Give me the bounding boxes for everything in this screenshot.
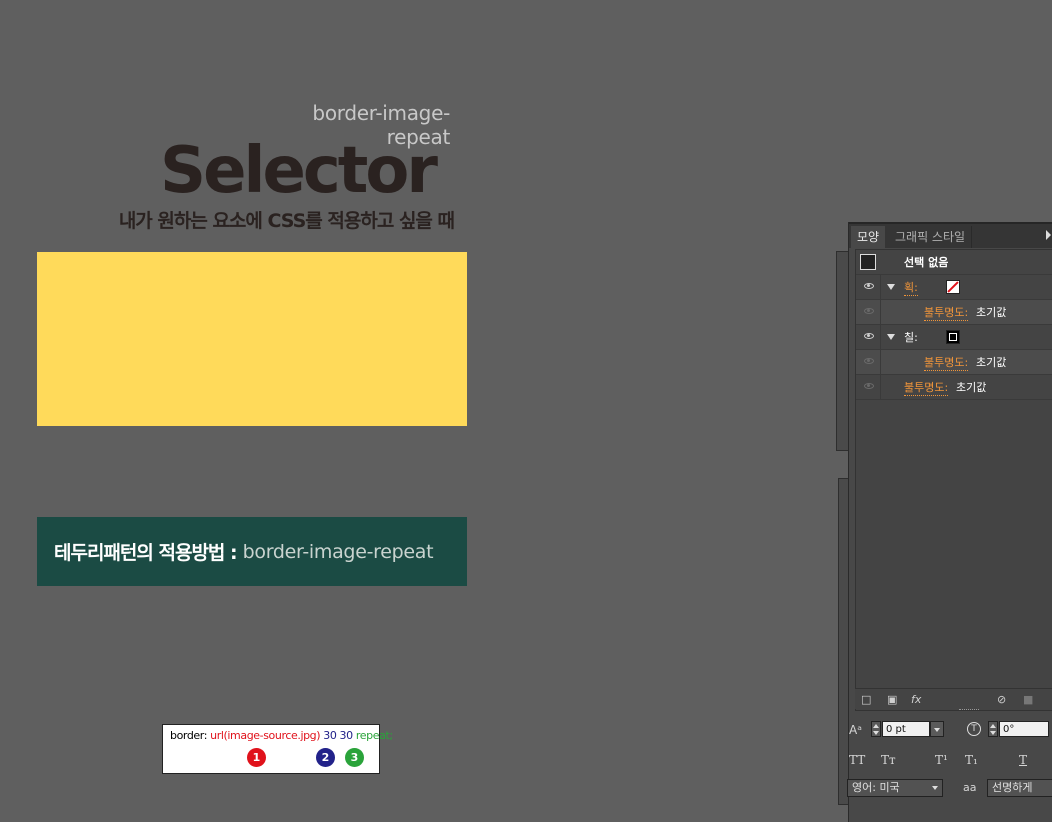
section-label: 테두리패턴의 적용방법 : — [54, 542, 238, 564]
fx-icon[interactable]: fx — [911, 693, 921, 706]
baseline-row: Aᵃ 0 pt T 0° — [849, 716, 1052, 744]
language-row: 영어: 미국 aa 선명하게 — [847, 774, 1052, 802]
expand-triangle-icon[interactable] — [887, 334, 895, 340]
list-item-stroke[interactable]: 획: — [856, 275, 1052, 300]
opacity-label[interactable]: 불투명도: — [904, 379, 949, 396]
all-caps-button[interactable]: TT — [849, 753, 865, 767]
tab-graphic-styles[interactable]: 그래픽 스타일 — [889, 226, 973, 248]
list-item[interactable]: 선택 없음 — [856, 250, 1052, 275]
eye-icon[interactable] — [864, 333, 874, 339]
code-repeat: repeat; — [355, 729, 393, 742]
badge-1: 1 — [247, 748, 266, 767]
subscript-button[interactable]: T₁ — [965, 753, 978, 767]
rotation-spinner[interactable] — [988, 721, 998, 737]
superscript-button[interactable]: T¹ — [935, 753, 948, 767]
antialias-select[interactable]: 선명하게 — [987, 779, 1052, 797]
panel-menu-arrow-icon[interactable] — [1046, 230, 1051, 240]
baseline-dropdown-icon[interactable] — [930, 721, 944, 737]
fill-label[interactable]: 칠: — [904, 329, 918, 345]
baseline-shift-icon: Aᵃ — [849, 723, 862, 737]
expand-triangle-icon[interactable] — [887, 284, 895, 290]
page-title: Selector — [160, 134, 438, 208]
tagline: 내가 원하는 요소에 CSS를 적용하고 싶을 때 — [118, 210, 455, 232]
section-bar[interactable]: 테두리패턴의 적용방법 : border-image-repeat — [37, 517, 467, 586]
baseline-field[interactable]: 0 pt — [882, 721, 930, 737]
panel-footer: □ ▣ fx ⊘ ■ — [855, 688, 1052, 709]
add-fill-icon[interactable]: ▣ — [887, 693, 897, 706]
resize-grip-icon[interactable] — [959, 709, 979, 712]
language-dropdown-icon[interactable] — [929, 780, 943, 796]
tab-appearance[interactable]: 모양 — [851, 226, 886, 248]
divider — [880, 350, 881, 374]
small-caps-button[interactable]: Tт — [881, 753, 896, 767]
rotation-field[interactable]: 0° — [999, 721, 1049, 737]
code-nums: 30 30 — [323, 729, 353, 742]
appearance-list: 선택 없음 획: 불투명도: 초기값 칠: 불투명도: 초기값 불투명도: 초기… — [855, 249, 1052, 711]
code-card[interactable]: border: url(image-source.jpg) 30 30 repe… — [162, 724, 393, 774]
opacity-value: 초기값 — [956, 381, 987, 394]
list-item-fill[interactable]: 칠: — [856, 325, 1052, 350]
antialias-icon: aa — [963, 781, 977, 794]
code-url: url(image-source.jpg) — [210, 729, 321, 742]
opacity-value: 초기값 — [976, 356, 1007, 369]
swatch-icon — [860, 254, 876, 270]
underline-button[interactable]: T — [1019, 753, 1027, 767]
duplicate-icon[interactable]: ■ — [1023, 693, 1033, 706]
code-prop: border: — [170, 729, 208, 742]
none-swatch-icon[interactable] — [946, 280, 960, 294]
eye-icon[interactable] — [864, 383, 874, 389]
stroke-label[interactable]: 획: — [904, 279, 918, 296]
type-buttons-row: TT Tт T¹ T₁ T — [849, 746, 1052, 774]
yellow-rectangle[interactable] — [37, 252, 467, 426]
divider — [880, 275, 881, 299]
add-stroke-icon[interactable]: □ — [861, 693, 871, 706]
list-item-opacity[interactable]: 불투명도: 초기값 — [856, 350, 1052, 375]
eye-icon[interactable] — [864, 358, 874, 364]
divider — [880, 325, 881, 349]
opacity-label[interactable]: 불투명도: — [924, 304, 969, 321]
code-line: border: url(image-source.jpg) 30 30 repe… — [170, 729, 393, 742]
no-selection-label: 선택 없음 — [904, 256, 949, 269]
list-item-opacity[interactable]: 불투명도: 초기값 — [856, 375, 1052, 400]
list-item-opacity[interactable]: 불투명도: 초기값 — [856, 300, 1052, 325]
stroke-swatch-icon[interactable] — [946, 330, 960, 344]
opacity-label[interactable]: 불투명도: — [924, 354, 969, 371]
divider — [880, 300, 881, 324]
section-value: border-image-repeat — [242, 540, 434, 563]
eye-icon[interactable] — [864, 283, 874, 289]
clear-icon[interactable]: ⊘ — [997, 693, 1006, 706]
divider — [880, 375, 881, 399]
badge-2: 2 — [316, 748, 335, 767]
opacity-value: 초기값 — [976, 306, 1007, 319]
eye-icon[interactable] — [864, 308, 874, 314]
appearance-panel: 모양 그래픽 스타일 선택 없음 획: 불투명도: 초기값 칠: 불투명도: 초… — [847, 222, 1052, 822]
panel-tabbar: 모양 그래픽 스타일 — [849, 222, 1052, 248]
badge-3: 3 — [345, 748, 364, 767]
baseline-spinner[interactable] — [871, 721, 881, 737]
rotate-icon: T — [967, 722, 981, 736]
